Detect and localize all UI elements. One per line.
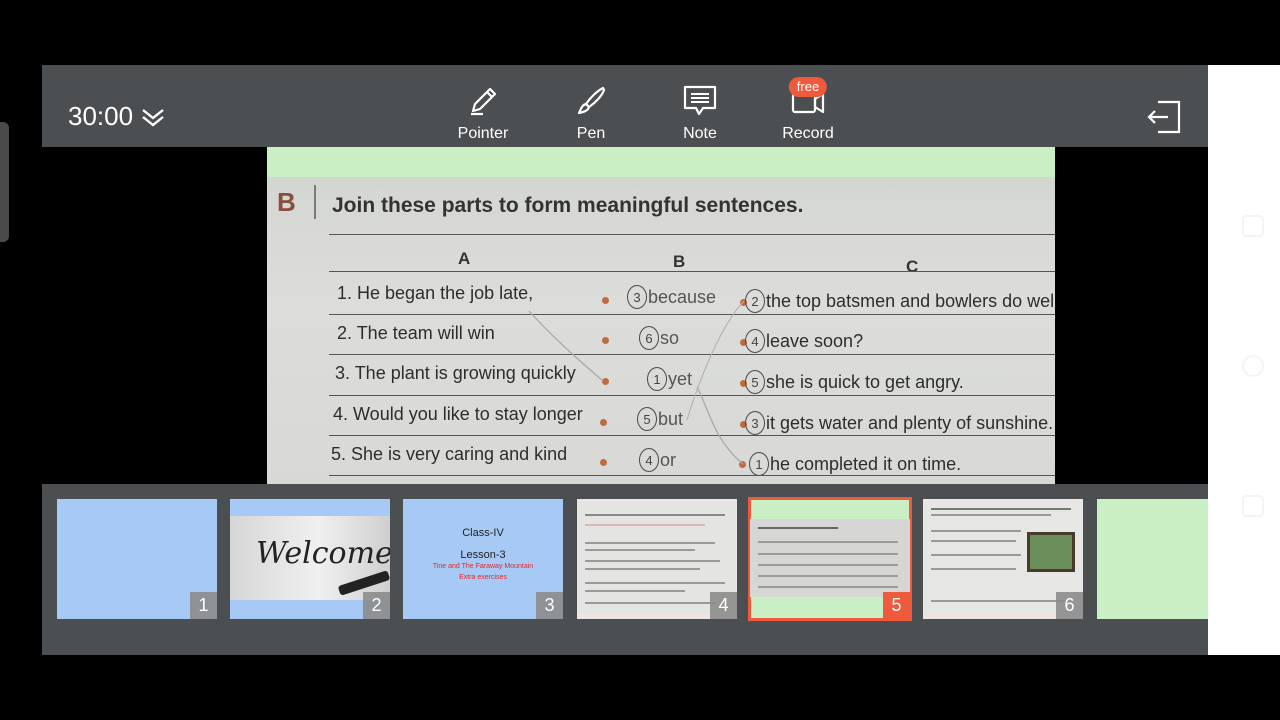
thumbnail-number: 6	[1056, 592, 1083, 619]
faded-icon	[1242, 495, 1264, 517]
thumb-title: Class-IV	[462, 527, 504, 539]
welcome-text: Welcome	[256, 536, 390, 571]
slide-thumbnail-7-partial[interactable]	[1097, 499, 1208, 619]
chevron-double-down-icon	[142, 108, 164, 127]
pen-label: Pen	[576, 125, 606, 142]
thumbnail-number: 4	[710, 592, 737, 619]
slide-thumbnail-4[interactable]: 4	[577, 499, 737, 619]
thumb-line-1: Tine and The Faraway Mountain	[432, 563, 534, 570]
note-label: Note	[683, 125, 717, 142]
window-illustration	[1027, 532, 1075, 572]
pointer-label: Pointer	[457, 125, 509, 142]
record-label: Record	[782, 125, 834, 142]
thumbnail-number: 5	[883, 592, 910, 619]
faded-icon	[1242, 215, 1264, 237]
pen-brush-icon	[577, 86, 606, 115]
presentation-app: 30:00 Pointer Pen Note free Record B Joi…	[42, 65, 1208, 655]
pointer-button[interactable]: Pointer	[438, 83, 528, 143]
note-button[interactable]: Note	[655, 83, 745, 143]
slide-thumbnail-5-current[interactable]: 5	[748, 497, 912, 621]
pen-button[interactable]: Pen	[546, 83, 636, 143]
slide-thumbnail-6[interactable]: 6	[923, 499, 1083, 619]
free-badge: free	[788, 77, 828, 97]
note-icon	[683, 85, 717, 116]
pencil-icon	[471, 87, 497, 116]
slide-thumbnail-3[interactable]: Class-IV Lesson-3 Tine and The Faraway M…	[403, 499, 563, 619]
thumbnail-number: 1	[190, 592, 217, 619]
exit-button[interactable]	[1146, 99, 1182, 140]
side-panel	[1208, 65, 1280, 655]
matching-pencil-lines	[528, 300, 745, 465]
slide-thumbnail-2[interactable]: Welcome 2	[230, 499, 390, 619]
worksheet-photo: B Join these parts to form meaningful se…	[267, 177, 1055, 484]
top-toolbar: 30:00 Pointer Pen Note free Record	[42, 65, 1208, 147]
thumb-subtitle: Lesson-3	[460, 549, 506, 561]
edge-handle[interactable]	[0, 122, 9, 242]
slide-thumbnail-strip: 1 Welcome 2 Class-IV Lesson-3 Tine and T…	[42, 484, 1208, 655]
timer-toggle[interactable]: 30:00	[68, 101, 165, 132]
welcome-image: Welcome	[230, 516, 390, 600]
timer-text: 30:00	[68, 101, 134, 131]
worksheet-preview	[750, 519, 910, 597]
screen: 30:00 Pointer Pen Note free Record B Joi…	[0, 0, 1280, 720]
slide-view: B Join these parts to form meaningful se…	[267, 147, 1055, 484]
slide-thumbnail-1[interactable]: 1	[57, 499, 217, 619]
faded-icon	[1242, 355, 1264, 377]
thumb-line-2: Extra exercises	[459, 574, 507, 581]
thumbnail-number: 2	[363, 592, 390, 619]
record-button[interactable]: free Record	[763, 77, 853, 143]
exit-icon	[1147, 100, 1181, 134]
thumbnail-number: 3	[536, 592, 563, 619]
